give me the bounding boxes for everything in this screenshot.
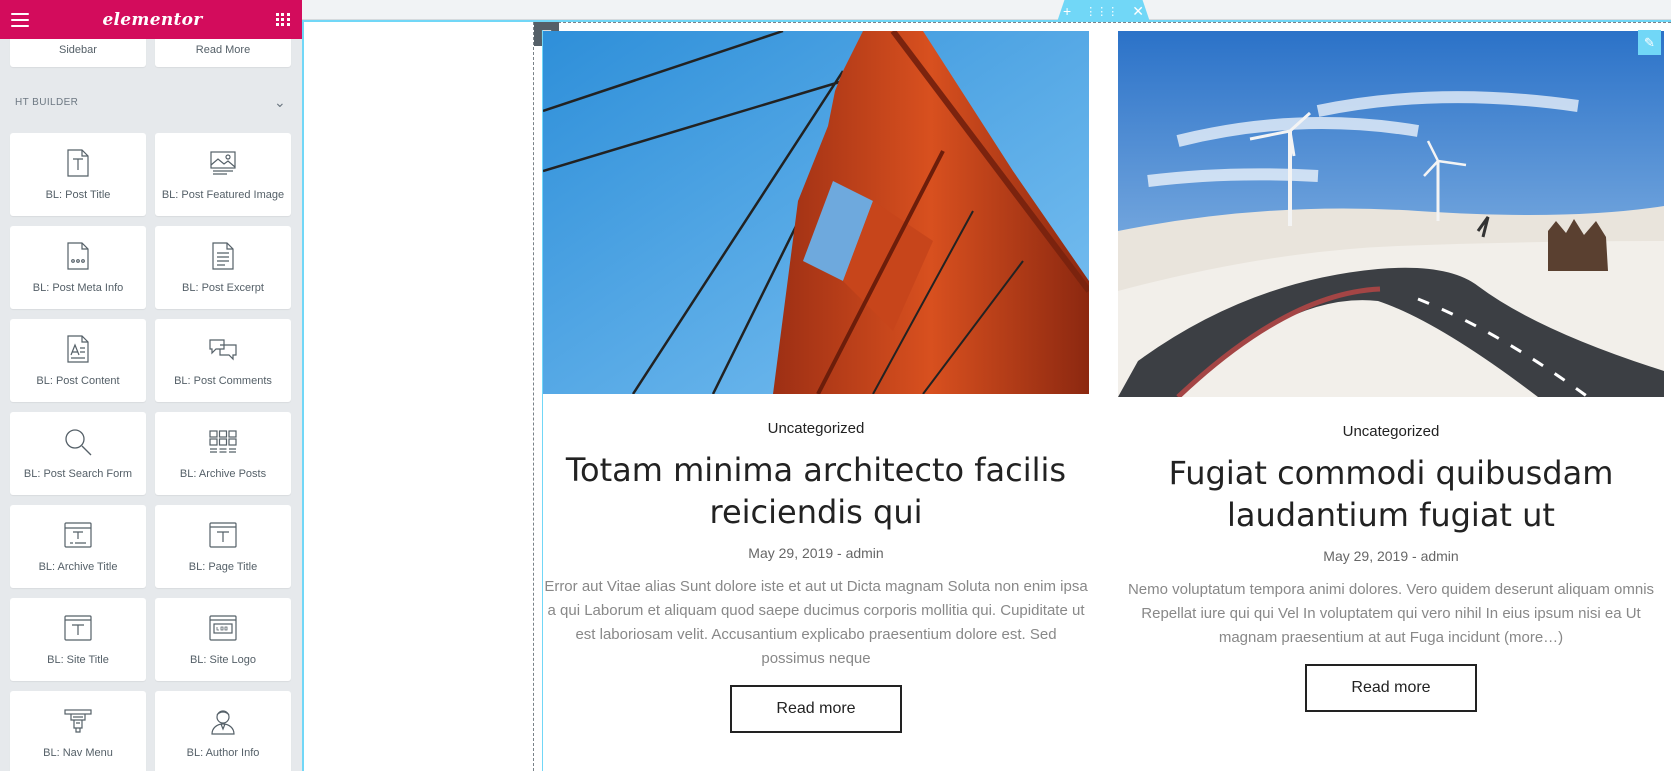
widgets-grid-icon[interactable] [275, 12, 290, 27]
page-title-icon [208, 520, 238, 550]
widget-tile-archive-title[interactable]: BL: Archive Title [10, 505, 146, 588]
widget-tile-sidebar[interactable]: Sidebar [10, 39, 146, 67]
preview-top-strip [302, 0, 1671, 20]
widget-label: BL: Post Title [45, 189, 111, 201]
author-icon [208, 706, 238, 736]
widget-label: Sidebar [59, 44, 97, 56]
widget-tile-post-title[interactable]: BL: Post Title [10, 133, 146, 216]
post-title-icon [63, 148, 93, 178]
widget-label: BL: Archive Posts [179, 468, 267, 480]
menu-icon[interactable] [11, 12, 29, 27]
widget-label: BL: Post Content [36, 375, 120, 387]
widget-label: BL: Post Meta Info [32, 282, 124, 294]
post-meta: May 29, 2019 - admin [748, 545, 884, 561]
post-title[interactable]: Fugiat commodi quibusdam laudantium fugi… [1118, 452, 1664, 536]
site-logo-icon [208, 613, 238, 643]
panel-header: elementor [0, 0, 302, 39]
chevron-down-icon[interactable]: ⌄ [274, 94, 286, 111]
edit-pencil-icon[interactable]: ✎ [1638, 30, 1661, 55]
widget-tile-site-logo[interactable]: BL: Site Logo [155, 598, 291, 681]
elementor-logo: elementor [102, 9, 203, 30]
widget-tile-read-more[interactable]: Read More [155, 39, 291, 67]
read-more-button[interactable]: Read more [1305, 664, 1477, 712]
widget-tile-post-comments[interactable]: BL: Post Comments [155, 319, 291, 402]
widget-tile-post-search-form[interactable]: BL: Post Search Form [10, 412, 146, 495]
add-icon[interactable]: + [1063, 3, 1071, 19]
widget-tile-post-meta-info[interactable]: BL: Post Meta Info [10, 226, 146, 309]
site-title-icon [63, 613, 93, 643]
widget-list: Sidebar Read More HT BUILDER ⌄ BL: Post … [0, 39, 302, 771]
widget-tile-page-title[interactable]: BL: Page Title [155, 505, 291, 588]
post-thumbnail[interactable] [1118, 31, 1664, 397]
post-meta-icon [63, 241, 93, 271]
widget-label: BL: Page Title [188, 561, 258, 573]
widget-tile-post-featured-image[interactable]: BL: Post Featured Image [155, 133, 291, 216]
post-card: Uncategorized Fugiat commodi quibusdam l… [1118, 31, 1664, 712]
featured-image-icon [208, 148, 238, 178]
widget-label: BL: Site Title [47, 654, 109, 666]
post-title[interactable]: Totam minima architecto facilis reiciend… [543, 449, 1089, 533]
nav-menu-icon [63, 706, 93, 736]
widget-label: BL: Site Logo [189, 654, 257, 666]
widget-label: BL: Post Featured Image [161, 189, 285, 201]
widget-label: BL: Nav Menu [43, 747, 113, 759]
widget-label: BL: Post Comments [174, 375, 272, 387]
widget-label: BL: Post Excerpt [182, 282, 264, 294]
widget-tile-post-content[interactable]: BL: Post Content [10, 319, 146, 402]
editor-panel: elementor Sidebar Read More HT BUILDER ⌄… [0, 0, 302, 771]
drag-handle-icon[interactable]: ⋮⋮⋮ [1085, 5, 1118, 18]
post-thumbnail[interactable] [543, 31, 1089, 394]
search-icon [63, 427, 93, 457]
widget-tile-author-info[interactable]: BL: Author Info [155, 691, 291, 771]
post-excerpt: Error aut Vitae alias Sunt dolore iste e… [544, 578, 1088, 667]
read-more-button[interactable]: Read more [730, 685, 902, 733]
section-handle[interactable]: + ⋮⋮⋮ ✕ [1057, 0, 1150, 22]
post-category[interactable]: Uncategorized [1118, 423, 1664, 440]
post-excerpt: Nemo voluptatum tempora animi dolores. V… [1127, 581, 1655, 646]
archive-title-icon [63, 520, 93, 550]
section-title: HT BUILDER [15, 97, 79, 108]
widget-label: BL: Post Search Form [23, 468, 133, 480]
comments-icon [208, 334, 238, 364]
widget-tile-site-title[interactable]: BL: Site Title [10, 598, 146, 681]
archive-grid-icon [208, 427, 238, 457]
widget-label: BL: Author Info [186, 747, 260, 759]
widget-label: BL: Archive Title [38, 561, 118, 573]
widget-label: Read More [195, 44, 251, 56]
post-meta: May 29, 2019 - admin [1323, 548, 1459, 564]
widget-tile-nav-menu[interactable]: BL: Nav Menu [10, 691, 146, 771]
widget-tile-archive-posts[interactable]: BL: Archive Posts [155, 412, 291, 495]
post-excerpt-icon [208, 241, 238, 271]
post-content-icon [63, 334, 93, 364]
post-card: Uncategorized Totam minima architecto fa… [543, 31, 1089, 733]
preview-canvas: + ⋮⋮⋮ ✕ ◫ [302, 0, 1671, 771]
widget-tile-post-excerpt[interactable]: BL: Post Excerpt [155, 226, 291, 309]
close-icon[interactable]: ✕ [1132, 3, 1144, 20]
post-category[interactable]: Uncategorized [543, 420, 1089, 437]
